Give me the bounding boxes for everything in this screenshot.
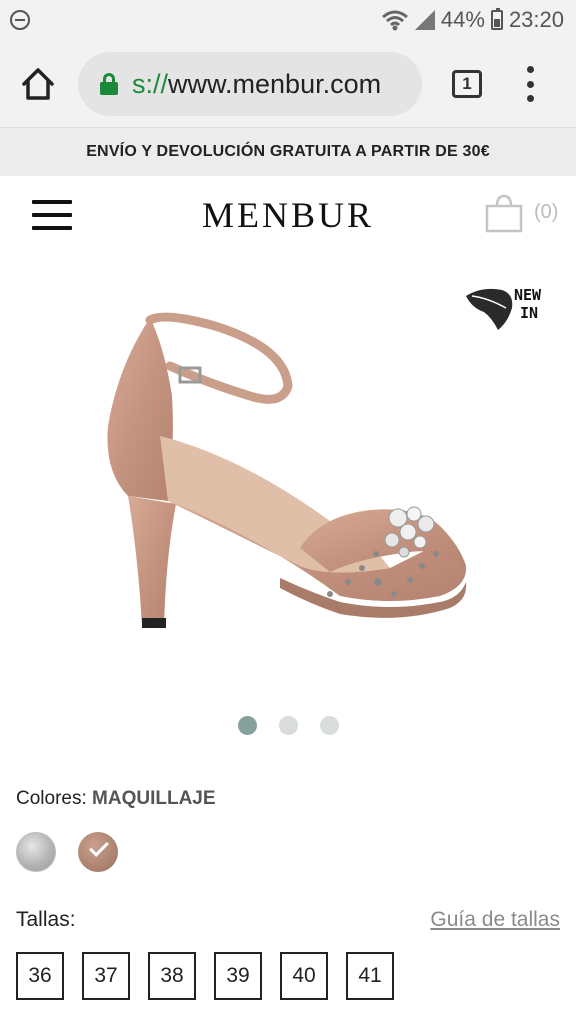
- battery-percent: 44%: [440, 7, 485, 32]
- status-bar-right: 44% 23:20: [381, 6, 564, 34]
- badge-line-2: IN: [520, 304, 539, 322]
- size-option-40[interactable]: 40: [280, 952, 328, 1000]
- cart-count[interactable]: (0): [534, 201, 558, 224]
- home-icon[interactable]: [18, 64, 58, 104]
- signal-icon: [414, 10, 435, 30]
- colors-label: Colores: MAQUILLAJE: [16, 788, 216, 810]
- colors-label-text: Colores:: [16, 788, 87, 809]
- gallery-dot[interactable]: [319, 716, 339, 735]
- sizes-label: Tallas:: [16, 908, 76, 931]
- browser-toolbar: s:// www.menbur.com 1: [0, 40, 576, 128]
- size-option-36[interactable]: 36: [16, 952, 64, 1000]
- gallery-dot[interactable]: [278, 716, 298, 735]
- clock: 23:20: [508, 7, 564, 32]
- size-guide-link[interactable]: Guía de tallas: [430, 908, 560, 932]
- size-option-38[interactable]: 38: [148, 952, 196, 1000]
- url-text: www.menbur.com: [168, 68, 382, 99]
- selected-color: MAQUILLAJE: [92, 788, 216, 809]
- gallery-pagination: [0, 716, 576, 735]
- status-bar: 44% 23:20: [0, 0, 576, 40]
- shopping-bag-icon[interactable]: [484, 194, 524, 234]
- battery-icon: [490, 8, 503, 30]
- overflow-menu-icon[interactable]: [520, 66, 540, 102]
- badge-line-1: NEW: [514, 286, 542, 304]
- size-options: 36 37 38 39 40 41: [16, 952, 394, 1000]
- new-in-badge: NEW IN: [514, 286, 541, 322]
- promo-text: ENVÍO Y DEVOLUCIÓN GRATUITA A PARTIR DE …: [86, 143, 490, 160]
- lock-icon: [100, 73, 118, 95]
- size-option-39[interactable]: 39: [214, 952, 262, 1000]
- site-header: MENBUR (0): [0, 176, 576, 256]
- address-bar[interactable]: s:// www.menbur.com: [78, 52, 422, 116]
- tabs-icon[interactable]: 1: [452, 70, 482, 98]
- do-not-disturb-icon: [10, 10, 30, 30]
- url-scheme: s://: [132, 68, 169, 99]
- wifi-icon: [381, 10, 408, 31]
- color-swatch-silver[interactable]: [16, 832, 56, 872]
- promo-banner: ENVÍO Y DEVOLUCIÓN GRATUITA A PARTIR DE …: [0, 128, 576, 176]
- new-in-badge-icon: [466, 288, 513, 330]
- size-option-37[interactable]: 37: [82, 952, 130, 1000]
- size-option-41[interactable]: 41: [346, 952, 394, 1000]
- product-gallery[interactable]: NEW IN: [0, 256, 576, 696]
- gallery-dot[interactable]: [237, 716, 257, 735]
- tab-count: 1: [462, 74, 472, 93]
